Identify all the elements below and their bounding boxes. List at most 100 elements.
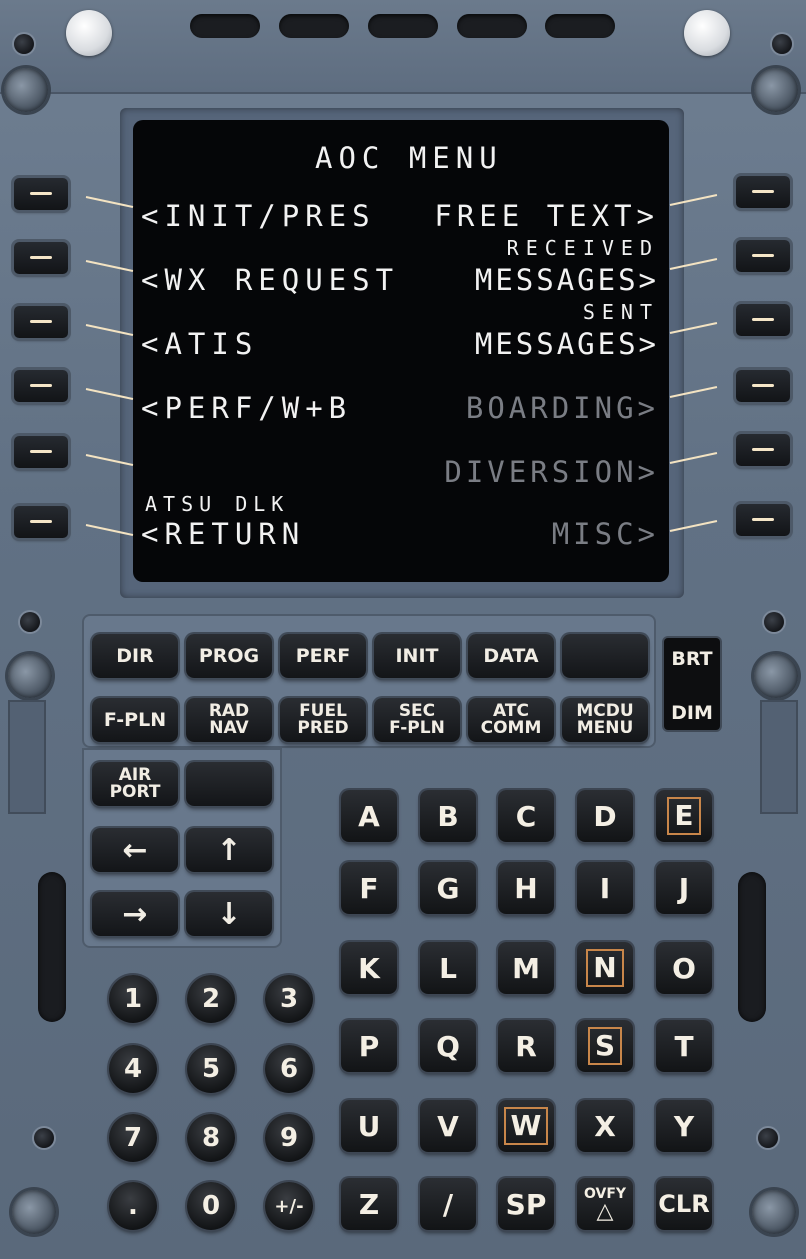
screw [754, 68, 798, 112]
blank-key-2[interactable] [186, 762, 272, 806]
lsk-4l[interactable] [14, 370, 68, 402]
blank-key[interactable] [562, 634, 648, 678]
side-rail-right [760, 700, 798, 814]
rivet [764, 612, 784, 632]
key-9[interactable]: 9 [265, 1114, 313, 1162]
key-u[interactable]: U [341, 1100, 397, 1152]
key-d[interactable]: D [577, 790, 633, 842]
key-w[interactable]: W [498, 1100, 554, 1152]
airport-key[interactable]: AIR PORT [92, 762, 178, 806]
key-k[interactable]: K [341, 942, 397, 994]
atc-comm-key[interactable]: ATC COMM [468, 698, 554, 742]
lsk-3l[interactable] [14, 306, 68, 338]
slew-down-key[interactable]: ↓ [186, 892, 272, 936]
perf-key[interactable]: PERF [280, 634, 366, 678]
key-o[interactable]: O [656, 942, 712, 994]
lsk-2l[interactable] [14, 242, 68, 274]
sec-f-pln-key[interactable]: SEC F-PLN [374, 698, 460, 742]
annunciator-5 [545, 14, 615, 38]
key-a[interactable]: A [341, 790, 397, 842]
key-x[interactable]: X [577, 1100, 633, 1152]
key-j[interactable]: J [656, 862, 712, 914]
slew-right-key[interactable]: → [92, 892, 178, 936]
lsk-5l[interactable] [14, 436, 68, 468]
key-8[interactable]: 8 [187, 1114, 235, 1162]
right-label-2: RECEIVED [506, 236, 659, 260]
key-6[interactable]: 6 [265, 1045, 313, 1093]
key-plus-minus[interactable]: +/- [265, 1182, 313, 1230]
key-c[interactable]: C [498, 790, 554, 842]
rivet [14, 34, 34, 54]
mcdu-display: AOC MENU <INIT/PRES <WX REQUEST <ATIS <P… [133, 120, 669, 582]
dim-key[interactable]: DIM [664, 702, 720, 724]
key-s[interactable]: S [577, 1020, 633, 1072]
arrow-right-icon: → [122, 896, 148, 932]
lsk-4r[interactable] [736, 370, 790, 402]
key-7[interactable]: 7 [109, 1114, 157, 1162]
lsk-1l[interactable] [14, 178, 68, 210]
prog-key[interactable]: PROG [186, 634, 272, 678]
key-2[interactable]: 2 [187, 975, 235, 1023]
key-e[interactable]: E [656, 790, 712, 842]
key-4[interactable]: 4 [109, 1045, 157, 1093]
key-overfly[interactable]: OVFY △ [577, 1178, 633, 1230]
dir-key[interactable]: DIR [92, 634, 178, 678]
key-5[interactable]: 5 [187, 1045, 235, 1093]
key-y[interactable]: Y [656, 1100, 712, 1152]
key-g[interactable]: G [420, 862, 476, 914]
page-title: AOC MENU [315, 141, 503, 175]
screw [752, 1190, 796, 1234]
key-b[interactable]: B [420, 790, 476, 842]
key-space[interactable]: SP [498, 1178, 554, 1230]
key-slash[interactable]: / [420, 1178, 476, 1230]
lsk-6l[interactable] [14, 506, 68, 538]
key-t[interactable]: T [656, 1020, 712, 1072]
screw [8, 654, 52, 698]
annunciator-3 [368, 14, 438, 38]
rivet [758, 1128, 778, 1148]
key-q[interactable]: Q [420, 1020, 476, 1072]
key-l[interactable]: L [420, 942, 476, 994]
annunciator-strip [0, 0, 806, 94]
key-clear[interactable]: CLR [656, 1178, 712, 1230]
key-h[interactable]: H [498, 862, 554, 914]
data-key[interactable]: DATA [468, 634, 554, 678]
right-line-3: MESSAGES> [474, 327, 659, 361]
right-line-2: MESSAGES> [474, 263, 659, 297]
init-key[interactable]: INIT [374, 634, 460, 678]
key-1[interactable]: 1 [109, 975, 157, 1023]
key-v[interactable]: V [420, 1100, 476, 1152]
screw [12, 1190, 56, 1234]
lsk-2r[interactable] [736, 240, 790, 272]
key-f[interactable]: F [341, 862, 397, 914]
lsk-1r[interactable] [736, 176, 790, 208]
f-pln-key[interactable]: F-PLN [92, 698, 178, 742]
key-m[interactable]: M [498, 942, 554, 994]
key-0[interactable]: 0 [187, 1182, 235, 1230]
slew-up-key[interactable]: ↑ [186, 828, 272, 872]
key-n[interactable]: N [577, 942, 633, 994]
slew-left-key[interactable]: ← [92, 828, 178, 872]
key-r[interactable]: R [498, 1020, 554, 1072]
left-line-6: <RETURN [141, 517, 306, 551]
annunciator-1 [190, 14, 260, 38]
key-p[interactable]: P [341, 1020, 397, 1072]
left-line-1: <INIT/PRES [141, 199, 376, 233]
arrow-down-icon: ↓ [216, 896, 242, 932]
mcdu-menu-key[interactable]: MCDU MENU [562, 698, 648, 742]
fuel-pred-key[interactable]: FUEL PRED [280, 698, 366, 742]
rad-nav-key[interactable]: RAD NAV [186, 698, 272, 742]
key-3[interactable]: 3 [265, 975, 313, 1023]
lsk-5r[interactable] [736, 434, 790, 466]
side-rail-left [8, 700, 46, 814]
brt-key[interactable]: BRT [664, 648, 720, 670]
handle-slot-right [738, 872, 766, 1022]
rivet [772, 34, 792, 54]
lsk-6r[interactable] [736, 504, 790, 536]
key-decimal[interactable]: . [109, 1182, 157, 1230]
overfly-triangle-icon: △ [596, 1199, 614, 1224]
key-i[interactable]: I [577, 862, 633, 914]
key-z[interactable]: Z [341, 1178, 397, 1230]
indicator-light-left [66, 10, 112, 56]
lsk-3r[interactable] [736, 304, 790, 336]
